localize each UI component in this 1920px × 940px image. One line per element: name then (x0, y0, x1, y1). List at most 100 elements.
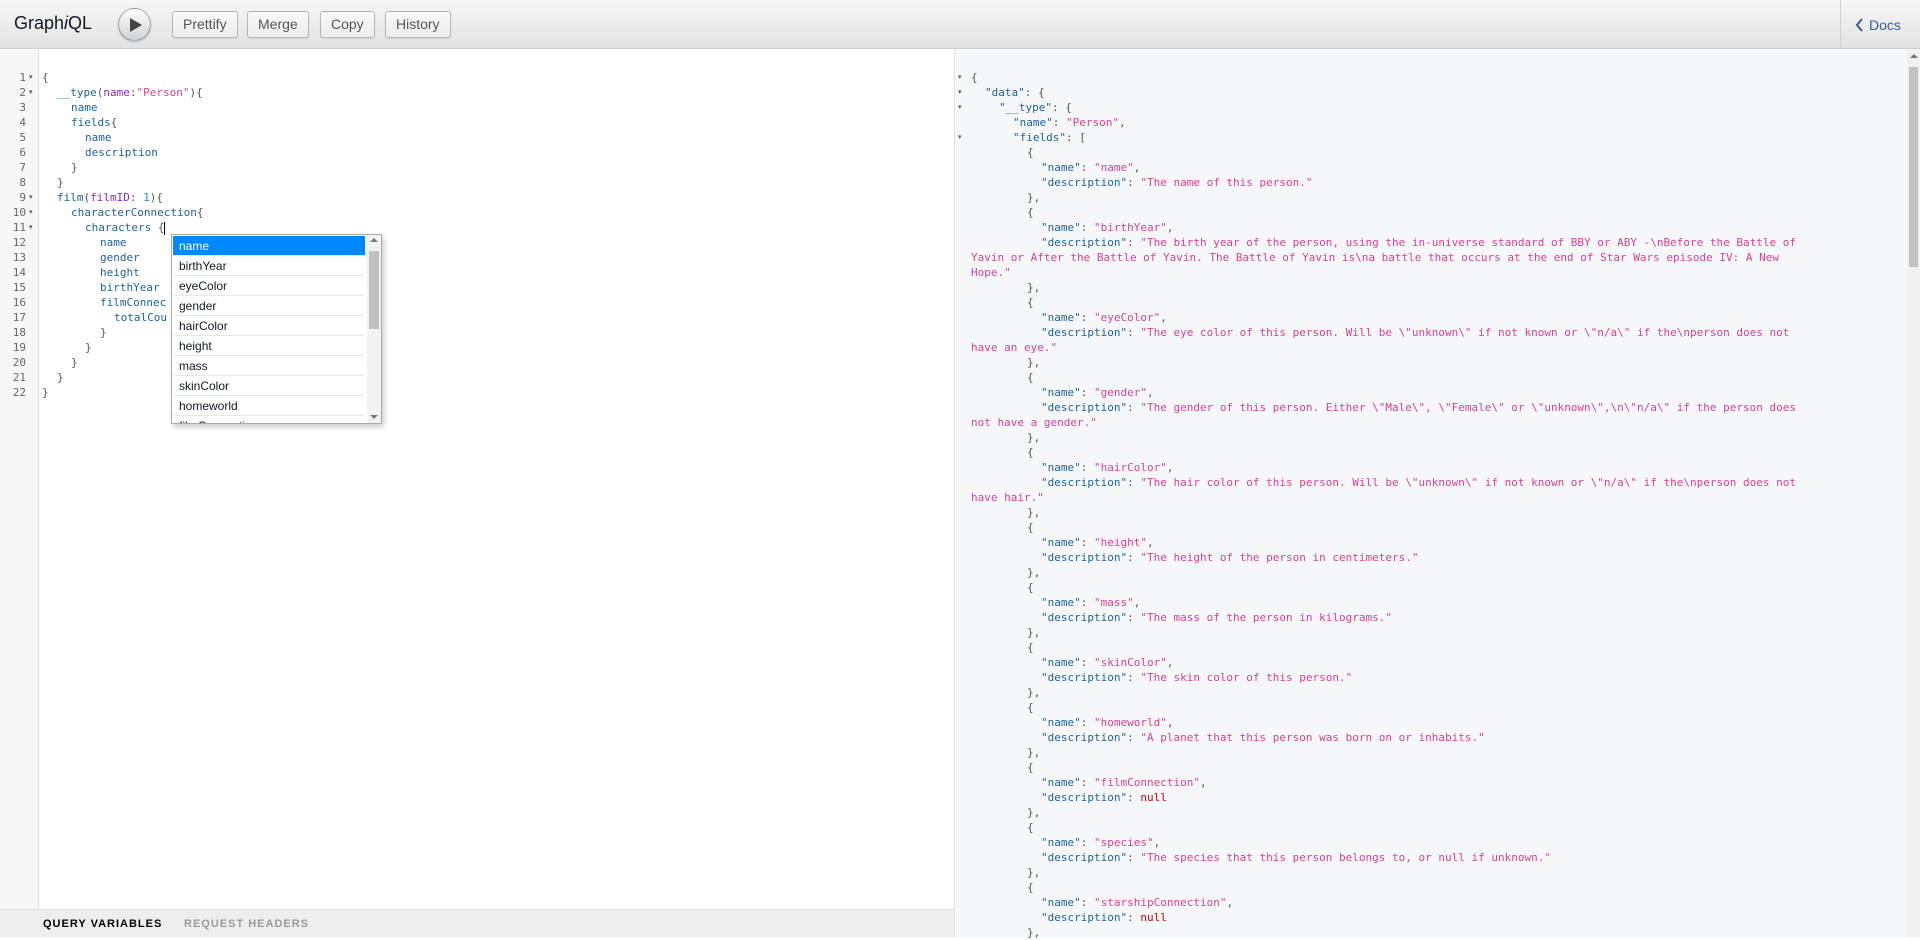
result-line: { (971, 71, 978, 84)
result-line: "data": { (985, 86, 1045, 99)
result-line: "description": "The species that this pe… (1041, 851, 1551, 864)
autocomplete-option[interactable]: filmConnection (173, 416, 365, 423)
result-line: "description": "The gender of this perso… (1041, 401, 1796, 414)
code-line: __type(name:"Person"){ (57, 86, 203, 99)
autocomplete-option[interactable]: height (173, 336, 365, 356)
result-line: "name": "name", (1041, 161, 1141, 174)
scroll-up-icon[interactable] (370, 237, 378, 243)
code-line: totalCou (114, 311, 167, 324)
scrollbar-thumb[interactable] (1909, 67, 1918, 267)
autocomplete-scrollbar[interactable] (367, 235, 381, 423)
result-line: "name": "skinColor", (1041, 656, 1174, 669)
fold-arrow-icon[interactable]: ▾ (958, 85, 962, 100)
result-line: }, (1027, 926, 1041, 939)
result-line: "name": "starshipConnection", (1041, 896, 1234, 909)
code-line: characters { (85, 221, 166, 235)
docs-button[interactable]: Docs (1840, 0, 1920, 49)
autocomplete-dropdown[interactable]: name birthYear eyeColor gender hairColor heig… (171, 234, 382, 424)
result-line: { (1027, 521, 1034, 534)
result-line: }, (1027, 281, 1041, 294)
result-line: "description": "A planet that this perso… (1041, 731, 1485, 744)
line-number: 7 (19, 161, 26, 174)
result-line: "name": "species", (1041, 836, 1161, 849)
result-line: }, (1027, 626, 1041, 639)
result-line: { (1027, 881, 1034, 894)
autocomplete-option[interactable]: homeworld (173, 396, 365, 416)
fold-arrow-icon[interactable]: ▾ (29, 190, 33, 205)
copy-button[interactable]: Copy (320, 11, 375, 38)
history-button[interactable]: History (385, 11, 451, 38)
tab-query-variables[interactable]: Query Variables (43, 918, 162, 930)
result-line: "name": "height", (1041, 536, 1154, 549)
line-number: 20 (12, 356, 26, 369)
fold-arrow-icon[interactable]: ▾ (29, 220, 33, 235)
result-gutter (955, 49, 969, 937)
play-icon (130, 18, 142, 32)
result-scrollbar[interactable] (1907, 49, 1920, 937)
result-line: { (1027, 641, 1034, 654)
result-line: "description": null (1041, 911, 1167, 924)
result-line: { (1027, 821, 1034, 834)
result-line: "name": "homeworld", (1041, 716, 1174, 729)
scrollbar-thumb[interactable] (369, 251, 379, 329)
result-line: { (1027, 371, 1034, 384)
scroll-up-icon[interactable] (1910, 53, 1918, 59)
result-line: { (1027, 761, 1034, 774)
autocomplete-option[interactable]: hairColor (173, 316, 365, 336)
result-line: "name": "eyeColor", (1041, 311, 1167, 324)
fold-arrow-icon[interactable]: ▾ (29, 85, 33, 100)
fold-arrow-icon[interactable]: ▾ (29, 70, 33, 85)
line-number: 3 (19, 101, 26, 114)
code-line: name (85, 131, 112, 144)
code-line: } (71, 356, 78, 369)
result-line: "description": "The skin color of this p… (1041, 671, 1353, 684)
autocomplete-option[interactable]: name (173, 236, 365, 256)
line-number: 9 (19, 191, 26, 204)
result-line: }, (1027, 191, 1041, 204)
line-number: 16 (12, 296, 26, 309)
result-line: "__type": { (999, 101, 1072, 114)
code-line: characterConnection{ (71, 206, 204, 219)
result-line: }, (1027, 356, 1041, 369)
line-number: 15 (12, 281, 26, 294)
result-line: "description": "The height of the person… (1041, 551, 1419, 564)
autocomplete-option[interactable]: skinColor (173, 376, 365, 396)
autocomplete-option[interactable]: eyeColor (173, 276, 365, 296)
result-line: Yavin or After the Battle of Yavin. The … (971, 251, 1779, 264)
fold-arrow-icon[interactable]: ▾ (958, 130, 962, 145)
result-line: "description": "The birth year of the pe… (1041, 236, 1796, 249)
result-line: "description": "The hair color of this p… (1041, 476, 1796, 489)
result-line: }, (1027, 431, 1041, 444)
autocomplete-option[interactable]: mass (173, 356, 365, 376)
merge-button[interactable]: Merge (247, 11, 309, 38)
fold-arrow-icon[interactable]: ▾ (958, 70, 962, 85)
code-line: } (71, 161, 78, 174)
result-line: { (1027, 701, 1034, 714)
result-line: Hope." (971, 266, 1011, 279)
autocomplete-option[interactable]: gender (173, 296, 365, 316)
code-line: filmConnec (100, 296, 167, 309)
result-line: { (1027, 581, 1034, 594)
line-number: 12 (12, 236, 26, 249)
fold-arrow-icon[interactable]: ▾ (958, 100, 962, 115)
code-line: gender (100, 251, 140, 264)
autocomplete-option[interactable]: birthYear (173, 256, 365, 276)
query-editor[interactable]: { __type(name:"Person"){ name fields{ na… (0, 49, 954, 909)
prettify-button[interactable]: Prettify (172, 11, 238, 38)
code-line: } (57, 176, 64, 189)
result-viewer[interactable]: {▾ "data": {▾ "__type": {▾ "name": "Person"… (954, 49, 1920, 939)
line-number: 8 (19, 176, 26, 189)
result-line: "description": "The eye color of this pe… (1041, 326, 1790, 339)
result-line: { (1027, 146, 1034, 159)
line-number: 19 (12, 341, 26, 354)
execute-query-button[interactable] (118, 8, 151, 41)
scroll-down-icon[interactable] (370, 414, 378, 420)
tab-request-headers[interactable]: Request Headers (184, 918, 309, 930)
result-line: }, (1027, 566, 1041, 579)
result-line: have hair." (971, 491, 1044, 504)
code-line: name (71, 101, 98, 114)
result-line: { (1027, 206, 1034, 219)
result-line: "description": "The name of this person.… (1041, 176, 1313, 189)
docs-label: Docs (1869, 17, 1901, 33)
fold-arrow-icon[interactable]: ▾ (29, 205, 33, 220)
